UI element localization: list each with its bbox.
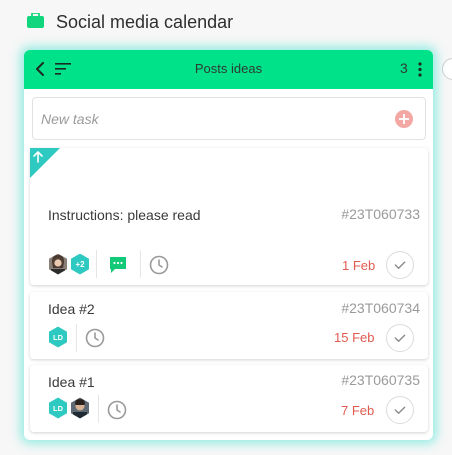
app-header: Social media calendar bbox=[0, 0, 452, 46]
avatar-initials[interactable]: LD bbox=[47, 396, 69, 420]
due-date: 1 Feb bbox=[342, 258, 376, 273]
more-members-count: +2 bbox=[75, 260, 85, 269]
avatar-initials-text: LD bbox=[53, 404, 64, 413]
task-id: #23T060733 bbox=[341, 206, 420, 222]
comment-icon[interactable] bbox=[108, 255, 128, 275]
due-date: 7 Feb bbox=[341, 403, 375, 418]
priority-up-icon bbox=[30, 148, 60, 178]
new-task-box bbox=[32, 97, 426, 140]
divider bbox=[96, 250, 97, 278]
task-id: #23T060734 bbox=[341, 300, 420, 316]
divider bbox=[76, 324, 77, 352]
complete-task-button[interactable] bbox=[386, 324, 414, 352]
task-title: Idea #2 bbox=[48, 301, 95, 317]
clock-icon[interactable] bbox=[107, 400, 127, 420]
due-date: 15 Feb bbox=[334, 330, 375, 345]
add-task-icon[interactable] bbox=[395, 110, 413, 128]
clock-icon[interactable] bbox=[149, 255, 169, 275]
check-icon bbox=[394, 261, 406, 269]
column-header: Posts ideas 3 bbox=[24, 50, 433, 89]
avatar-initials[interactable]: LD bbox=[47, 325, 69, 349]
column-task-count: 3 bbox=[400, 60, 408, 76]
check-icon bbox=[394, 406, 406, 414]
task-title: Idea #1 bbox=[48, 374, 95, 390]
more-options-icon[interactable] bbox=[418, 62, 422, 77]
clock-icon[interactable] bbox=[85, 328, 105, 348]
task-id: #23T060735 bbox=[341, 372, 420, 388]
task-card[interactable]: Instructions: please read #23T060733 +2 bbox=[30, 148, 428, 285]
app-title: Social media calendar bbox=[56, 12, 234, 32]
column-title: Posts ideas bbox=[194, 61, 263, 76]
complete-task-button[interactable] bbox=[386, 396, 414, 424]
briefcase-icon bbox=[27, 13, 44, 28]
divider bbox=[140, 250, 141, 278]
avatar-initials-text: LD bbox=[53, 333, 64, 342]
divider bbox=[98, 395, 99, 423]
avatar[interactable] bbox=[47, 252, 69, 276]
task-title: Instructions: please read bbox=[48, 207, 201, 223]
next-column-button[interactable] bbox=[442, 58, 452, 80]
more-members-badge[interactable]: +2 bbox=[69, 252, 91, 276]
kanban-column: Posts ideas 3 Instructions: please read … bbox=[24, 50, 433, 440]
new-task-input[interactable] bbox=[41, 109, 371, 129]
task-card[interactable]: Idea #1 #23T060735 LD 7 Feb bbox=[30, 365, 428, 432]
check-icon bbox=[394, 334, 406, 342]
task-card[interactable]: Idea #2 #23T060734 LD 15 Feb bbox=[30, 292, 428, 359]
avatar[interactable] bbox=[69, 396, 91, 420]
complete-task-button[interactable] bbox=[386, 251, 414, 279]
